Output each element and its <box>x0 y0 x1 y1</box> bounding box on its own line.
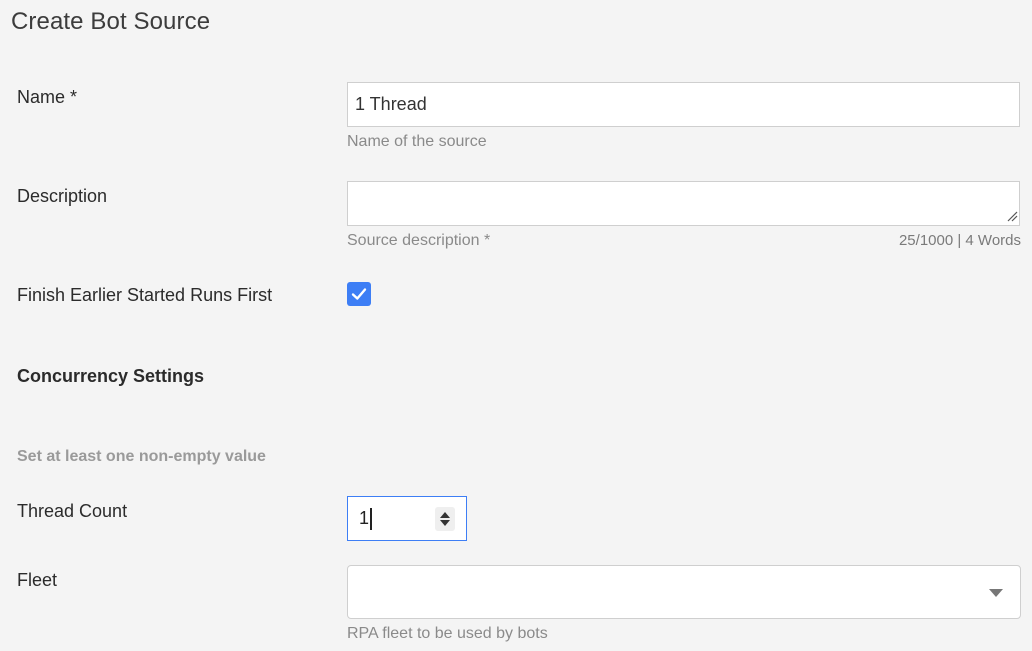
chevron-down-icon <box>989 589 1003 597</box>
spin-arrows-icon[interactable] <box>435 507 455 531</box>
thread-count-value: 1 <box>359 508 370 528</box>
create-bot-source-form: Create Bot Source Name * Name of the sou… <box>0 0 1032 651</box>
finish-earlier-checkbox[interactable] <box>347 282 371 306</box>
description-textarea[interactable] <box>347 181 1020 226</box>
thread-count-stepper[interactable]: 1 <box>347 496 467 541</box>
name-hint: Name of the source <box>347 133 487 150</box>
finish-earlier-label: Finish Earlier Started Runs First <box>17 285 273 305</box>
description-label: Description <box>17 186 108 206</box>
name-input[interactable] <box>347 82 1020 127</box>
fleet-label: Fleet <box>17 570 58 590</box>
concurrency-heading: Concurrency Settings <box>17 366 205 386</box>
concurrency-hint: Set at least one non-empty value <box>17 448 266 465</box>
description-hint: Source description * <box>347 232 491 249</box>
text-caret <box>370 507 373 530</box>
description-counter: 25/1000 | 4 Words <box>898 232 1021 249</box>
name-label: Name * <box>17 87 78 107</box>
thread-count-label: Thread Count <box>17 501 128 521</box>
fleet-hint: RPA fleet to be used by bots <box>347 625 548 642</box>
page-title: Create Bot Source <box>11 8 211 35</box>
check-icon <box>351 288 367 300</box>
fleet-select[interactable] <box>347 565 1021 619</box>
resize-grip-icon[interactable] <box>1006 210 1018 222</box>
